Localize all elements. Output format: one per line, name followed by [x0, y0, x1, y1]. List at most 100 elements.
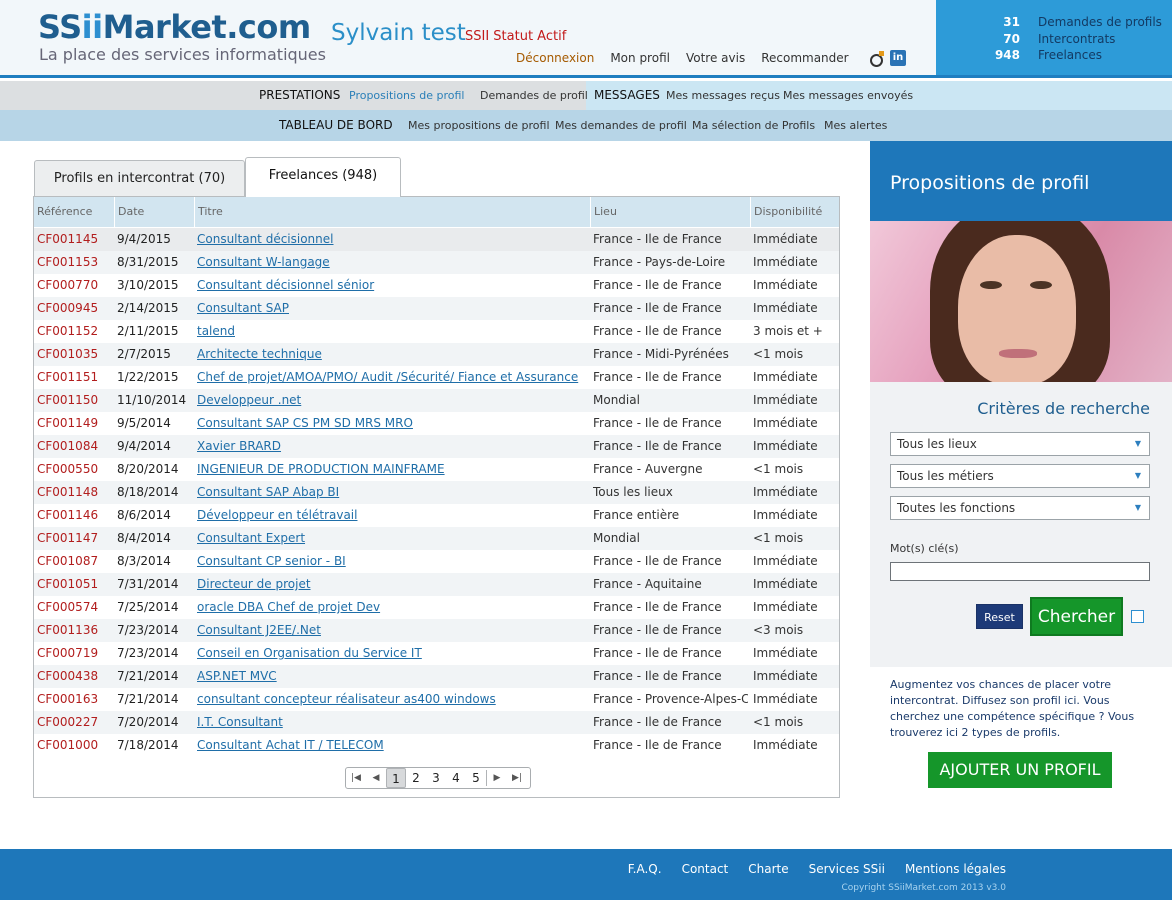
feedback-link[interactable]: Votre avis [686, 51, 745, 65]
footer-services[interactable]: Services SSii [809, 862, 885, 876]
recommend-link[interactable]: Recommander [761, 51, 848, 65]
cell-titre[interactable]: Consultant W-langage [197, 251, 587, 274]
keywords-input[interactable] [890, 562, 1150, 581]
nav-propositions-de-profil[interactable]: Propositions de profil [349, 81, 464, 110]
cell-titre[interactable]: Developpeur .net [197, 389, 587, 412]
search-button[interactable]: Chercher [1030, 597, 1123, 636]
table-row[interactable]: CF000770 3/10/2015 Consultant décisionnel … [34, 274, 839, 297]
logout-link[interactable]: Déconnexion [516, 51, 594, 65]
nav-ma-selection[interactable]: Ma sélection de Profils [692, 110, 815, 141]
add-profile-button[interactable]: AJOUTER UN PROFIL [928, 752, 1112, 788]
table-row[interactable]: CF001087 8/3/2014 Consultant CP senior - B… [34, 550, 839, 573]
reset-button[interactable]: Reset [976, 604, 1023, 629]
table-row[interactable]: CF001146 8/6/2014 Développeur en télétrava… [34, 504, 839, 527]
page-1[interactable]: 1 [386, 768, 406, 788]
cell-titre[interactable]: Architecte technique [197, 343, 587, 366]
cell-titre[interactable]: I.T. Consultant [197, 711, 587, 734]
page-2[interactable]: 2 [406, 768, 426, 788]
table-row[interactable]: CF001153 8/31/2015 Consultant W-langage Fra… [34, 251, 839, 274]
nav-messages[interactable]: MESSAGES [594, 81, 660, 110]
cell-titre[interactable]: Consultant Achat IT / TELECOM [197, 734, 587, 757]
table-row[interactable]: CF000550 8/20/2014 INGENIEUR DE PRODUCTION… [34, 458, 839, 481]
table-row[interactable]: CF001147 8/4/2014 Consultant Expert Mondial… [34, 527, 839, 550]
cell-titre[interactable]: Consultant J2EE/.Net [197, 619, 587, 642]
nav-mes-propositions[interactable]: Mes propositions de profil [408, 110, 550, 141]
table-row[interactable]: CF001149 9/5/2014 Consultant SAP CS PM SD … [34, 412, 839, 435]
cell-titre[interactable]: Conseil en Organisation du Service IT [197, 642, 587, 665]
nav-prestations[interactable]: PRESTATIONS [259, 81, 340, 110]
profile-link[interactable]: Mon profil [610, 51, 670, 65]
table-row[interactable]: CF000719 7/23/2014 Conseil en Organisation… [34, 642, 839, 665]
stat-intercontrats[interactable]: 70 Intercontrats [936, 32, 1172, 48]
table-row[interactable]: CF001035 2/7/2015 Architecte technique Fran… [34, 343, 839, 366]
tab-intercontrat[interactable]: Profils en intercontrat (70) [34, 160, 245, 196]
footer-charte[interactable]: Charte [748, 862, 788, 876]
select-metiers[interactable]: Tous les métiers ▼ [890, 464, 1150, 488]
cell-titre[interactable]: Consultant CP senior - BI [197, 550, 587, 573]
site-logo[interactable]: SSiiMarket.com [38, 8, 311, 46]
footer-mentions[interactable]: Mentions légales [905, 862, 1006, 876]
page-4[interactable]: 4 [446, 768, 466, 788]
table-row[interactable]: CF000574 7/25/2014 oracle DBA Chef de proj… [34, 596, 839, 619]
table-row[interactable]: CF000227 7/20/2014 I.T. Consultant France -… [34, 711, 839, 734]
cell-titre[interactable]: Directeur de projet [197, 573, 587, 596]
header-titre[interactable]: Titre [194, 197, 590, 227]
cell-titre[interactable]: Consultant décisionnel sénior [197, 274, 587, 297]
header-reference[interactable]: Référence [34, 197, 114, 227]
cell-titre[interactable]: Consultant SAP [197, 297, 587, 320]
nav-messages-envoyes[interactable]: Mes messages envoyés [783, 81, 913, 110]
cell-titre[interactable]: Consultant SAP CS PM SD MRS MRO [197, 412, 587, 435]
last-page-icon[interactable]: ▶| [507, 768, 527, 788]
select-lieux[interactable]: Tous les lieux ▼ [890, 432, 1150, 456]
table-row[interactable]: CF000945 2/14/2015 Consultant SAP France - … [34, 297, 839, 320]
cell-titre[interactable]: Développeur en télétravail [197, 504, 587, 527]
cell-titre[interactable]: consultant concepteur réalisateur as400 … [197, 688, 587, 711]
table-row[interactable]: CF000163 7/21/2014 consultant concepteur r… [34, 688, 839, 711]
stat-freelances[interactable]: 948 Freelances [936, 48, 1172, 64]
gender-icon[interactable] [870, 51, 884, 67]
table-row[interactable]: CF001145 9/4/2015 Consultant décisionnel Fr… [34, 228, 839, 251]
cell-titre[interactable]: Chef de projet/AMOA/PMO/ Audit /Sécurité… [197, 366, 587, 389]
tab-freelances[interactable]: Freelances (948) [245, 157, 401, 197]
cell-titre[interactable]: INGENIEUR DE PRODUCTION MAINFRAME [197, 458, 587, 481]
header-disponibilite[interactable]: Disponibilité [750, 197, 839, 227]
search-checkbox[interactable] [1131, 610, 1144, 623]
page-3[interactable]: 3 [426, 768, 446, 788]
pager: |◀ ◀ 1 2 3 4 5 ▶ ▶| [345, 767, 531, 789]
cell-titre[interactable]: Consultant décisionnel [197, 228, 587, 251]
linkedin-icon[interactable]: in [890, 50, 906, 66]
promo-photo [870, 221, 1172, 382]
table-row[interactable]: CF001151 1/22/2015 Chef de projet/AMOA/PMO… [34, 366, 839, 389]
footer-faq[interactable]: F.A.Q. [628, 862, 662, 876]
table-row[interactable]: CF001136 7/23/2014 Consultant J2EE/.Net Fra… [34, 619, 839, 642]
table-row[interactable]: CF001148 8/18/2014 Consultant SAP Abap BI T… [34, 481, 839, 504]
first-page-icon[interactable]: |◀ [346, 768, 366, 788]
table-row[interactable]: CF001150 11/10/2014 Developpeur .net Mondia… [34, 389, 839, 412]
table-row[interactable]: CF001152 2/11/2015 talend France - Ile de F… [34, 320, 839, 343]
prev-page-icon[interactable]: ◀ [366, 768, 386, 788]
cell-titre[interactable]: oracle DBA Chef de projet Dev [197, 596, 587, 619]
table-row[interactable]: CF001000 7/18/2014 Consultant Achat IT / T… [34, 734, 839, 757]
nav-mes-alertes[interactable]: Mes alertes [824, 110, 887, 141]
cell-disponibilite: Immédiate [753, 577, 818, 591]
footer-contact[interactable]: Contact [682, 862, 729, 876]
header-date[interactable]: Date [114, 197, 194, 227]
stat-number: 31 [1003, 15, 1020, 29]
next-page-icon[interactable]: ▶ [487, 768, 507, 788]
stat-demandes[interactable]: 31 Demandes de profils [936, 15, 1172, 31]
select-fonctions[interactable]: Toutes les fonctions ▼ [890, 496, 1150, 520]
nav-messages-recus[interactable]: Mes messages reçus [666, 81, 780, 110]
nav-mes-demandes[interactable]: Mes demandes de profil [555, 110, 687, 141]
cell-titre[interactable]: Xavier BRARD [197, 435, 587, 458]
nav-tableau-de-bord[interactable]: TABLEAU DE BORD [279, 110, 393, 141]
page-5[interactable]: 5 [466, 768, 486, 788]
table-row[interactable]: CF000438 7/21/2014 ASP.NET MVC France - Ile… [34, 665, 839, 688]
cell-titre[interactable]: talend [197, 320, 587, 343]
nav-demandes-de-profil[interactable]: Demandes de profil [480, 81, 588, 110]
cell-titre[interactable]: Consultant Expert [197, 527, 587, 550]
table-row[interactable]: CF001051 7/31/2014 Directeur de projet Fran… [34, 573, 839, 596]
cell-titre[interactable]: Consultant SAP Abap BI [197, 481, 587, 504]
header-lieu[interactable]: Lieu [590, 197, 750, 227]
table-row[interactable]: CF001084 9/4/2014 Xavier BRARD France - Ile… [34, 435, 839, 458]
cell-titre[interactable]: ASP.NET MVC [197, 665, 587, 688]
